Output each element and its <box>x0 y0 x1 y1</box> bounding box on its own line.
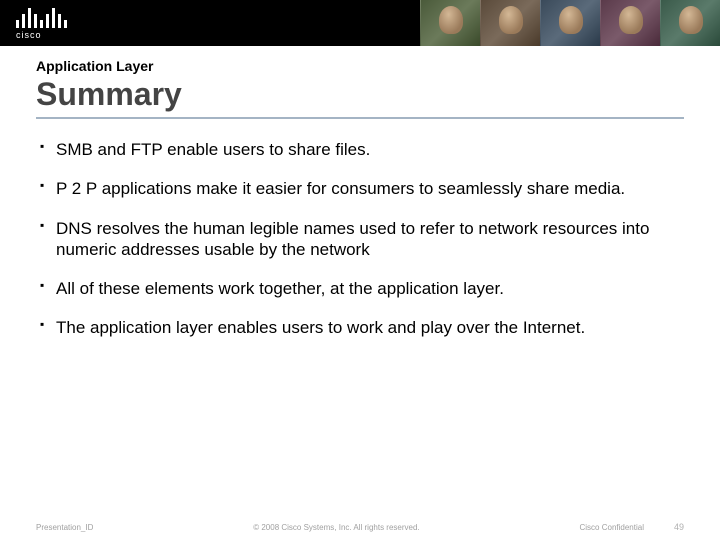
bullet-item: DNS resolves the human legible names use… <box>40 218 684 261</box>
banner-photo <box>420 0 480 46</box>
cisco-logo-text: cisco <box>16 30 67 40</box>
footer-copyright: © 2008 Cisco Systems, Inc. All rights re… <box>93 523 579 532</box>
top-banner: cisco <box>0 0 720 46</box>
banner-photo <box>600 0 660 46</box>
bullet-item: The application layer enables users to w… <box>40 317 684 338</box>
bullet-item: SMB and FTP enable users to share files. <box>40 139 684 160</box>
bullet-item: All of these elements work together, at … <box>40 278 684 299</box>
slide-title: Summary <box>36 76 684 119</box>
footer-presentation-id: Presentation_ID <box>36 523 93 532</box>
bullet-item: P 2 P applications make it easier for co… <box>40 178 684 199</box>
slide-footer: Presentation_ID © 2008 Cisco Systems, In… <box>0 522 720 532</box>
banner-photo <box>540 0 600 46</box>
banner-photos <box>420 0 720 46</box>
cisco-logo: cisco <box>16 6 67 40</box>
slide-eyebrow: Application Layer <box>36 58 684 74</box>
slide-content: Application Layer Summary SMB and FTP en… <box>0 46 720 339</box>
footer-confidential: Cisco Confidential <box>580 523 644 532</box>
banner-photo <box>660 0 720 46</box>
footer-page-number: 49 <box>674 522 684 532</box>
cisco-logo-bars <box>16 6 67 28</box>
bullet-list: SMB and FTP enable users to share files.… <box>36 139 684 339</box>
banner-photo <box>480 0 540 46</box>
